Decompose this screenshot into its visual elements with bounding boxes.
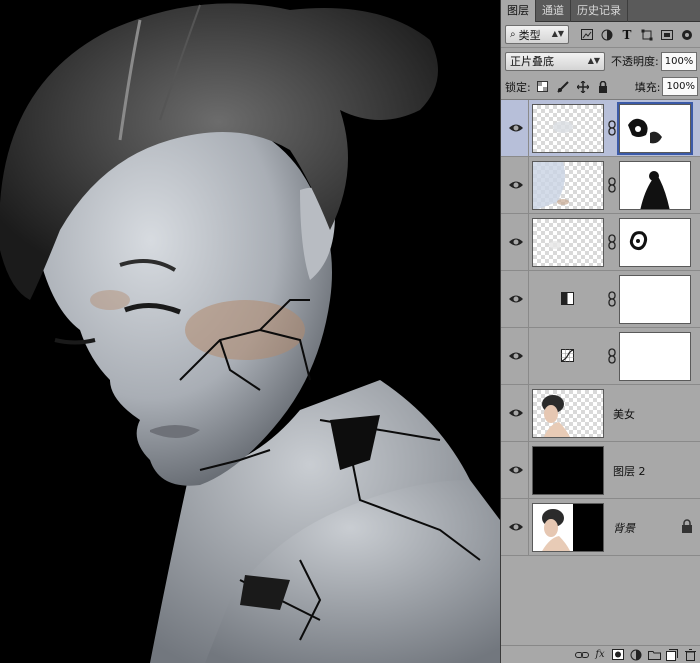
layer-row[interactable]: [501, 328, 700, 385]
layer-divider: [528, 328, 529, 385]
layer-thumbnail[interactable]: [532, 446, 604, 495]
search-icon: ⌕: [510, 29, 516, 40]
lock-label: 锁定:: [505, 80, 531, 94]
chevron-updown-icon: ▲▼: [587, 55, 600, 65]
layer-row[interactable]: [501, 214, 700, 271]
lock-position-icon[interactable]: [575, 79, 591, 95]
document-canvas[interactable]: [0, 0, 500, 663]
layer-row[interactable]: [501, 157, 700, 214]
cracked-portrait-image: [0, 0, 500, 663]
filter-shape-icon[interactable]: [639, 27, 655, 43]
filter-type-icon[interactable]: T: [619, 27, 635, 43]
adjustment-icon[interactable]: [629, 648, 643, 662]
layer-mask-thumbnail[interactable]: [619, 218, 691, 267]
fill-label: 填充:: [634, 80, 661, 94]
layer-thumbnail[interactable]: [532, 161, 604, 210]
layer-mask-thumbnail[interactable]: [619, 104, 691, 153]
layer-thumbnail[interactable]: [532, 389, 604, 438]
layer-divider: [528, 271, 529, 328]
lock-transparent-pixels-icon[interactable]: [535, 79, 551, 95]
lock-fill-row: 锁定: 填充: 100%: [501, 74, 700, 100]
layer-thumbnail[interactable]: [532, 503, 604, 552]
layer-row[interactable]: [501, 100, 700, 157]
tab-history[interactable]: 历史记录: [571, 0, 628, 22]
layer-thumbnail[interactable]: [532, 218, 604, 267]
layer-divider: [528, 157, 529, 214]
layer-divider: [528, 214, 529, 271]
layers-bottom-toolbar: fx: [501, 645, 700, 663]
chevron-updown-icon: ▲▼: [551, 29, 564, 38]
trash-icon[interactable]: [683, 648, 697, 662]
levels-adjustment-icon[interactable]: [561, 292, 574, 305]
eye-visibility-icon[interactable]: [507, 404, 525, 422]
add-mask-icon[interactable]: [611, 648, 625, 662]
layers-panel: 图层 通道 历史记录 ⌕ 类型 ▲▼ T 正片叠底 ▲▼ 不透明度: 100% …: [500, 0, 700, 663]
eye-visibility-icon[interactable]: [507, 461, 525, 479]
layer-row[interactable]: 美女: [501, 385, 700, 442]
tab-layers[interactable]: 图层: [501, 0, 536, 22]
layer-thumbnail[interactable]: [532, 104, 604, 153]
layer-mask-thumbnail[interactable]: [619, 161, 691, 210]
blend-mode-value: 正片叠底: [510, 55, 554, 68]
folder-icon[interactable]: [647, 648, 661, 662]
filter-smart-object-icon[interactable]: [659, 27, 675, 43]
link-icon[interactable]: [575, 648, 589, 662]
layer-mask-thumbnail[interactable]: [619, 332, 691, 381]
layer-divider: [528, 100, 529, 157]
opacity-label: 不透明度:: [611, 55, 659, 68]
layer-filter-row: ⌕ 类型 ▲▼ T: [501, 22, 700, 48]
lock-all-icon[interactable]: [595, 79, 611, 95]
eye-visibility-icon[interactable]: [507, 119, 525, 137]
lock-icon: [682, 519, 692, 533]
filter-pixel-icon[interactable]: [579, 27, 595, 43]
layer-filter-select[interactable]: ⌕ 类型 ▲▼: [505, 25, 569, 44]
fx-icon[interactable]: fx: [593, 648, 607, 662]
tab-channels[interactable]: 通道: [536, 0, 571, 22]
eye-visibility-icon[interactable]: [507, 290, 525, 308]
layer-filter-label: 类型: [518, 28, 541, 42]
link-chain-icon[interactable]: [607, 234, 617, 250]
eye-visibility-icon[interactable]: [507, 233, 525, 251]
eye-visibility-icon[interactable]: [507, 176, 525, 194]
layer-name[interactable]: 图层 2: [613, 463, 646, 479]
eye-visibility-icon[interactable]: [507, 347, 525, 365]
layer-row[interactable]: 背景: [501, 499, 700, 556]
layer-divider: [528, 385, 529, 442]
link-chain-icon[interactable]: [607, 291, 617, 307]
blend-opacity-row: 正片叠底 ▲▼ 不透明度: 100%: [501, 48, 700, 74]
layer-row[interactable]: [501, 271, 700, 328]
link-chain-icon[interactable]: [607, 177, 617, 193]
lock-image-pixels-icon[interactable]: [555, 79, 571, 95]
opacity-input[interactable]: 100%: [660, 51, 697, 71]
eye-visibility-icon[interactable]: [507, 518, 525, 536]
layer-divider: [528, 499, 529, 556]
layer-row[interactable]: 图层 2: [501, 442, 700, 499]
layer-mask-thumbnail[interactable]: [619, 275, 691, 324]
layer-name[interactable]: 背景: [613, 520, 635, 536]
filter-adjustment-icon[interactable]: [599, 27, 615, 43]
link-chain-icon[interactable]: [607, 120, 617, 136]
layer-divider: [528, 442, 529, 499]
fill-input[interactable]: 100%: [662, 77, 699, 96]
link-chain-icon[interactable]: [607, 348, 617, 364]
blend-mode-select[interactable]: 正片叠底 ▲▼: [505, 51, 605, 71]
layer-name[interactable]: 美女: [613, 406, 635, 422]
curves-adjustment-icon[interactable]: [561, 349, 574, 362]
panel-tab-bar: 图层 通道 历史记录: [501, 0, 700, 22]
filter-toggle-icon[interactable]: [679, 27, 695, 43]
new-layer-icon[interactable]: [665, 648, 679, 662]
